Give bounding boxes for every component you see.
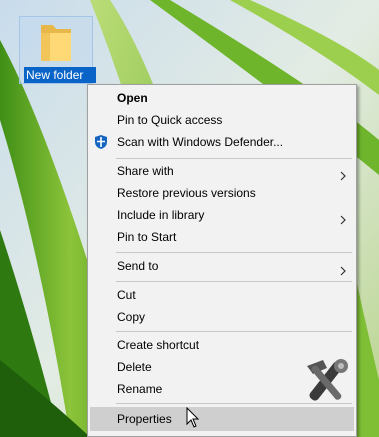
menu-item-label: Cut bbox=[117, 288, 136, 302]
menu-item-label: Restore previous versions bbox=[117, 186, 256, 200]
mouse-cursor-icon bbox=[186, 406, 200, 434]
menu-item-copy[interactable]: Copy bbox=[90, 306, 354, 328]
windows-defender-icon bbox=[93, 134, 109, 157]
menu-item-share-with[interactable]: Share with bbox=[90, 160, 354, 182]
menu-item-open[interactable]: Open bbox=[90, 87, 354, 109]
menu-item-label: Open bbox=[117, 91, 148, 105]
menu-separator bbox=[116, 331, 352, 332]
menu-item-label: Rename bbox=[117, 382, 163, 396]
menu-item-pin-start[interactable]: Pin to Start bbox=[90, 226, 354, 248]
folder-icon bbox=[38, 21, 74, 68]
menu-item-label: Send to bbox=[117, 259, 159, 273]
menu-separator bbox=[116, 158, 352, 159]
menu-item-label: Properties bbox=[117, 412, 172, 426]
desktop-folder-new-folder[interactable]: New folder bbox=[19, 16, 96, 84]
menu-item-include-library[interactable]: Include in library bbox=[90, 204, 354, 226]
menu-item-create-shortcut[interactable]: Create shortcut bbox=[90, 334, 354, 356]
menu-item-label: Include in library bbox=[117, 208, 205, 222]
menu-item-label: Pin to Quick access bbox=[117, 113, 223, 127]
menu-item-pin-quick-access[interactable]: Pin to Quick access bbox=[90, 109, 354, 131]
chevron-right-icon bbox=[340, 261, 346, 283]
menu-separator bbox=[116, 252, 352, 253]
menu-item-label: Create shortcut bbox=[117, 338, 200, 352]
folder-label: New folder bbox=[24, 67, 96, 83]
menu-item-label: Delete bbox=[117, 360, 152, 374]
menu-item-label: Share with bbox=[117, 164, 174, 178]
menu-item-cut[interactable]: Cut bbox=[90, 284, 354, 306]
tools-watermark-icon bbox=[297, 356, 355, 413]
menu-item-scan-defender[interactable]: Scan with Windows Defender... bbox=[90, 131, 354, 153]
menu-item-send-to[interactable]: Send to bbox=[90, 255, 354, 277]
menu-item-restore-versions[interactable]: Restore previous versions bbox=[90, 182, 354, 204]
menu-item-label: Copy bbox=[117, 310, 146, 324]
menu-item-label: Pin to Start bbox=[117, 230, 177, 244]
menu-item-label: Scan with Windows Defender... bbox=[117, 135, 284, 149]
menu-separator bbox=[116, 281, 352, 282]
